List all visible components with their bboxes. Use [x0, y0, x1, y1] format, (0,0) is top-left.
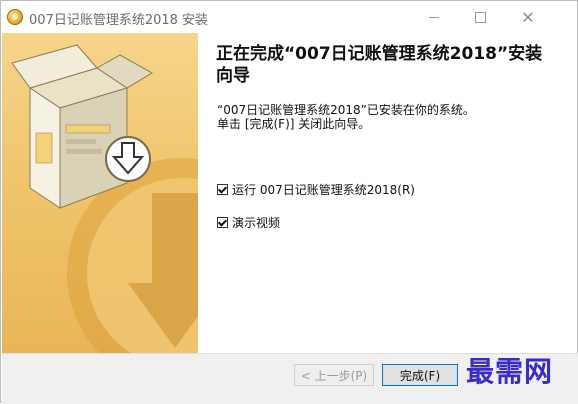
minimize-button[interactable]: [411, 1, 457, 33]
maximize-icon: [474, 11, 486, 23]
title-bar: 007日记账管理系统2018 安装 ✕: [1, 1, 577, 33]
close-button[interactable]: ✕: [505, 1, 551, 33]
demo-video-label: 演示视频: [232, 216, 281, 230]
finish-instruction: 单击 [完成(F)] 关闭此向导。: [217, 117, 371, 131]
finish-button[interactable]: 完成(F): [382, 364, 458, 386]
demo-video-checkbox[interactable]: [217, 217, 228, 228]
installed-message: “007日记账管理系统2018”已安装在你的系统。: [217, 103, 475, 117]
run-app-label: 运行 007日记账管理系统2018(R): [232, 183, 415, 197]
installer-box-illustration: [11, 44, 198, 353]
page-heading: 正在完成“007日记账管理系统2018”安装向导: [216, 44, 543, 86]
window-title: 007日记账管理系统2018 安装: [29, 13, 209, 28]
run-app-option[interactable]: 运行 007日记账管理系统2018(R): [217, 181, 415, 198]
wizard-content: 正在完成“007日记账管理系统2018”安装向导 “007日记账管理系统2018…: [198, 33, 577, 353]
installer-window: 007日记账管理系统2018 安装 ✕ 正在完成“007日记账管理系统2018”…: [0, 0, 578, 404]
completion-message: “007日记账管理系统2018”已安装在你的系统。 单击 [完成(F)] 关闭此…: [217, 103, 557, 131]
back-button[interactable]: < 上一步(P): [294, 364, 374, 386]
run-app-checkbox[interactable]: [217, 184, 228, 195]
watermark-logo: 最需网: [466, 355, 554, 388]
minimize-icon: [429, 16, 439, 18]
demo-video-option[interactable]: 演示视频: [217, 214, 280, 231]
app-icon: [7, 9, 23, 25]
maximize-button[interactable]: [457, 1, 503, 33]
wizard-side-banner: [2, 33, 198, 353]
close-icon: ✕: [521, 7, 535, 27]
